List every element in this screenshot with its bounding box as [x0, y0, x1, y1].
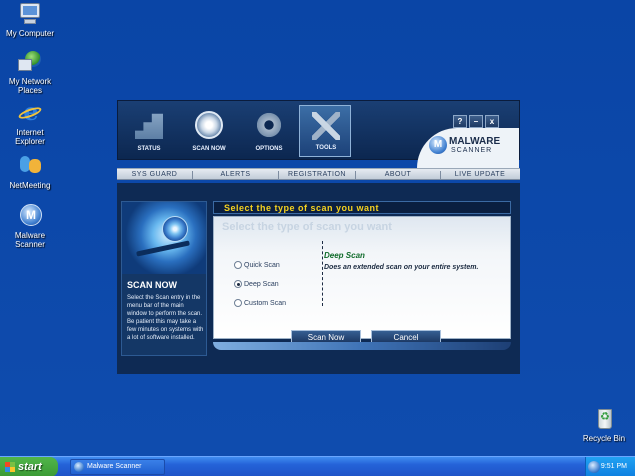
desktop-icon-my-computer[interactable]: My Computer [0, 2, 60, 38]
radio-custom-scan[interactable]: Custom Scan [234, 299, 286, 311]
desktop-icon-label: Malware Scanner [14, 231, 46, 249]
desktop-icon-label: Recycle Bin [582, 434, 626, 443]
internet-explorer-icon: e [17, 100, 43, 125]
nav-status-button[interactable]: STATUS [123, 105, 175, 157]
desktop-icon-netmeeting[interactable]: NetMeeting [0, 154, 66, 190]
logo-icon: M [429, 136, 447, 154]
menu-alerts[interactable]: ALERTS [193, 169, 278, 181]
radio-quick-scan[interactable]: Quick Scan [234, 261, 280, 273]
computer-icon [17, 2, 43, 26]
nav-label: OPTIONS [255, 146, 283, 152]
system-tray: 9:51 PM [585, 457, 635, 476]
malware-scanner-window: STATUS SCAN NOW OPTIONS TOOLS ? – x M MALW… [117, 100, 520, 374]
section-header: Select the type of scan you want [213, 201, 511, 214]
scan-detail-title: Deep Scan [324, 251, 365, 260]
hard-drive-image [122, 202, 206, 274]
radio-label: Custom Scan [244, 300, 287, 307]
desktop-icon-label: Internet Explorer [15, 128, 45, 146]
nav-scan-now-button[interactable]: SCAN NOW [183, 105, 235, 157]
start-button[interactable]: start [0, 457, 58, 476]
footer-bar [213, 342, 511, 350]
help-button[interactable]: ? [453, 115, 467, 128]
logo-text-line2: SCANNER [451, 147, 493, 154]
close-button[interactable]: x [485, 115, 499, 128]
taskbar-item-label: Malware Scanner [87, 463, 142, 470]
scan-icon [195, 111, 223, 139]
radio-label: Quick Scan [244, 262, 280, 269]
desktop-icon-my-network-places[interactable]: My Network Places [0, 50, 66, 95]
window-controls: ? – x [451, 111, 499, 129]
desktop-icon-label: My Computer [5, 29, 54, 38]
desktop-icon-malware-scanner[interactable]: M Malware Scanner [0, 204, 66, 249]
malware-scanner-icon: M [17, 204, 43, 228]
radio-button-selected[interactable] [234, 280, 242, 289]
gears-icon [255, 111, 283, 139]
nav-options-button[interactable]: OPTIONS [243, 105, 295, 157]
nav-label: STATUS [137, 146, 161, 152]
scan-options-content: Select the type of scan you want Quick S… [213, 216, 511, 346]
menu-sys-guard[interactable]: SYS GUARD [117, 169, 192, 181]
menu-bar: SYS GUARD ALERTS REGISTRATION ABOUT LIVE… [117, 168, 520, 180]
section-title: Select the type of scan you want [224, 203, 380, 213]
desktop-icon-internet-explorer[interactable]: e Internet Explorer [0, 100, 66, 147]
malware-scanner-icon [74, 462, 84, 472]
desktop-icon-recycle-bin[interactable]: Recycle Bin [574, 407, 634, 443]
info-title: SCAN NOW [127, 280, 177, 290]
recycle-bin-icon [591, 407, 617, 431]
status-icon [135, 113, 163, 139]
radio-button[interactable] [234, 261, 242, 270]
netmeeting-icon [17, 154, 43, 178]
radio-label: Deep Scan [244, 281, 279, 288]
tools-icon [312, 112, 340, 140]
info-panel: SCAN NOW Select the Scan entry in the me… [121, 201, 207, 356]
dashed-divider [322, 241, 323, 306]
taskbar-item-malware-scanner[interactable]: Malware Scanner [70, 459, 165, 475]
nav-label: SCAN NOW [192, 146, 226, 152]
network-icon [17, 50, 43, 74]
menu-live-update[interactable]: LIVE UPDATE [441, 169, 519, 181]
tray-malware-scanner-icon[interactable] [588, 461, 600, 473]
watermark-title: Select the type of scan you want [222, 221, 392, 233]
info-description: Select the Scan entry in the menu bar of… [127, 295, 204, 341]
taskbar: start Malware Scanner 9:51 PM [0, 456, 635, 476]
radio-button[interactable] [234, 299, 242, 308]
scan-type-panel: Select the type of scan you want Select … [213, 201, 511, 363]
desktop-icon-label: NetMeeting [9, 181, 51, 190]
logo-text-line1: MALWARE [449, 136, 501, 147]
app-body: SCAN NOW Select the Scan entry in the me… [117, 183, 520, 374]
desktop-icon-label: My Network Places [8, 77, 52, 95]
minimize-button[interactable]: – [469, 115, 483, 128]
desktop: My Computer My Network Places e Internet… [0, 0, 635, 456]
radio-deep-scan[interactable]: Deep Scan [234, 280, 279, 292]
menu-about[interactable]: ABOUT [356, 169, 440, 181]
nav-tools-button[interactable]: TOOLS [299, 105, 351, 157]
clock: 9:51 PM [600, 463, 627, 470]
menu-registration[interactable]: REGISTRATION [279, 169, 355, 181]
nav-label: TOOLS [315, 145, 337, 151]
scan-detail-description: Does an extended scan on your entire sys… [324, 264, 479, 271]
